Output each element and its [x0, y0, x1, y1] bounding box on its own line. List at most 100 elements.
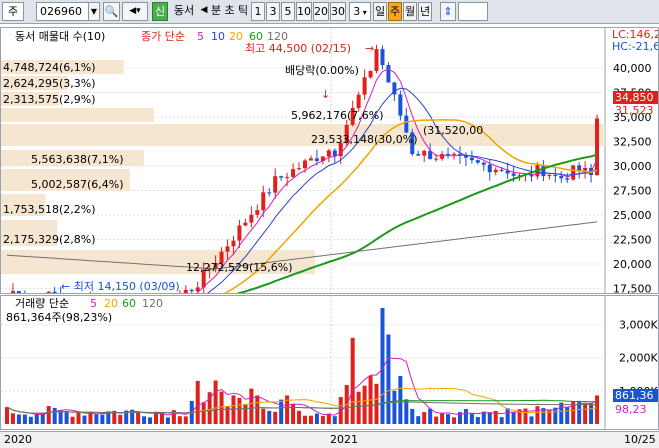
count-select[interactable]: 3 ▾ [349, 2, 371, 21]
extra-input[interactable] [458, 2, 488, 21]
volume-bar [231, 395, 236, 424]
candle-body [440, 154, 445, 159]
volume-bar [499, 417, 504, 424]
volume-bar [535, 406, 540, 424]
candle-body [452, 154, 456, 156]
candle-body [297, 168, 302, 170]
volume-bar [410, 408, 415, 424]
volume-bar [583, 404, 588, 424]
volume-bar [76, 412, 81, 424]
vol-y-tick-label: 2,000K [619, 352, 658, 365]
candle-body [386, 65, 391, 83]
search-icon[interactable]: 🔍 [103, 2, 120, 21]
interval-3[interactable]: 3 [266, 2, 280, 21]
interval-1[interactable]: 1 [251, 2, 265, 21]
volume-bar [440, 412, 445, 424]
candle-body [398, 94, 403, 116]
candle-body [416, 154, 421, 156]
mode-second[interactable]: 초 [223, 2, 236, 21]
volume-profile-label: 5,002,587(6,4%) [31, 178, 124, 191]
speaker-icon[interactable]: ◀▾ [122, 2, 148, 21]
volume-bar [16, 414, 21, 424]
interval-20-label: 20 [314, 5, 328, 18]
prev-arrow-icon[interactable]: ◀ [199, 2, 209, 21]
volume-bar [195, 380, 200, 424]
volume-profile-price-label: (31,520,00 [423, 124, 483, 137]
interval-30[interactable]: 30 [330, 2, 346, 21]
volume-profile-bar [1, 108, 155, 122]
period-day[interactable]: 일 [373, 2, 387, 21]
volume-bar [10, 413, 15, 424]
hc-readout: HC:-21,6 [612, 40, 658, 53]
y-tick-label: 32,500 [613, 136, 652, 149]
volume-bar [118, 414, 123, 424]
volume-panel-title: 거래량 단순 [15, 297, 69, 310]
volume-bar [58, 410, 63, 424]
period-month[interactable]: 월 [403, 2, 417, 21]
candle-body [434, 158, 439, 160]
new-badge: 신 [152, 2, 168, 21]
volume-bar [386, 334, 391, 424]
interval-5[interactable]: 5 [281, 2, 295, 21]
mode-tick[interactable]: 틱 [236, 2, 250, 21]
candle-body [231, 240, 236, 247]
period-year[interactable]: 년 [418, 2, 432, 21]
volume-bar [452, 417, 456, 424]
candle-body [261, 192, 266, 211]
volume-bar [565, 407, 570, 424]
volume-bar [362, 385, 367, 424]
mode-tick-label: 틱 [237, 4, 249, 17]
volume-chart: 3,000K2,000K1,000K거래량 단순52060120861,364주… [1, 296, 658, 429]
volume-bar [291, 403, 296, 424]
volume-bar [82, 415, 87, 424]
volume-profile-label: 5,962,176(7,6%) [291, 109, 384, 122]
updown-arrow-icon[interactable]: ⇕ [440, 2, 456, 21]
candle-body [368, 71, 373, 78]
code-dropdown-icon[interactable]: ▼ [88, 2, 100, 21]
volume-bar [243, 404, 248, 424]
mode-minute-label: 분 [210, 4, 222, 17]
volume-profile-label: 1,753,518(2,2%) [3, 203, 96, 216]
candle-body [475, 160, 480, 163]
volume-bar [511, 412, 516, 424]
volume-bar [261, 408, 266, 424]
candle-body [16, 291, 21, 293]
interval-5-label: 5 [284, 5, 292, 18]
vol-ma5-line [6, 356, 598, 416]
volume-bar [297, 410, 302, 424]
candle-body [243, 222, 248, 226]
interval-20[interactable]: 20 [313, 2, 329, 21]
y-tick-label: 40,000 [613, 62, 652, 75]
market-select[interactable]: 주 [2, 2, 24, 21]
dividend-arrow-icon: ↓ [321, 88, 330, 101]
interval-10[interactable]: 10 [296, 2, 312, 21]
candle-body [285, 176, 290, 178]
ma-legend-period: 20 [229, 30, 243, 43]
candle-body [249, 214, 254, 223]
volume-bar [398, 375, 403, 424]
period-week[interactable]: 주 [388, 2, 402, 21]
vol-ma-legend-period: 120 [142, 297, 163, 310]
volume-bar [148, 417, 153, 424]
volume-bar [541, 408, 546, 424]
candle-body [583, 167, 588, 171]
high-arrow-icon: → [365, 42, 374, 55]
candle-body [267, 192, 272, 194]
candle-body [308, 158, 313, 161]
candle-body [255, 210, 260, 215]
volume-bar [28, 416, 33, 424]
volume-profile-label: 12,272,529(15,6%) [186, 261, 293, 274]
candle-body [499, 169, 504, 171]
mode-minute[interactable]: 분 [209, 2, 223, 21]
candle-body [374, 49, 379, 72]
y-tick-label: 20,000 [613, 258, 652, 271]
ma-legend-period: 10 [211, 30, 225, 43]
vol-y-tick-label: 3,000K [619, 319, 658, 332]
volume-bar [249, 388, 254, 424]
candle-body [595, 118, 600, 176]
time-axis: 2020 2021 10/25 [0, 431, 659, 448]
candle-body [183, 289, 188, 293]
volume-bar [136, 411, 141, 424]
candle-body [326, 150, 331, 157]
volume-bar [70, 416, 75, 424]
